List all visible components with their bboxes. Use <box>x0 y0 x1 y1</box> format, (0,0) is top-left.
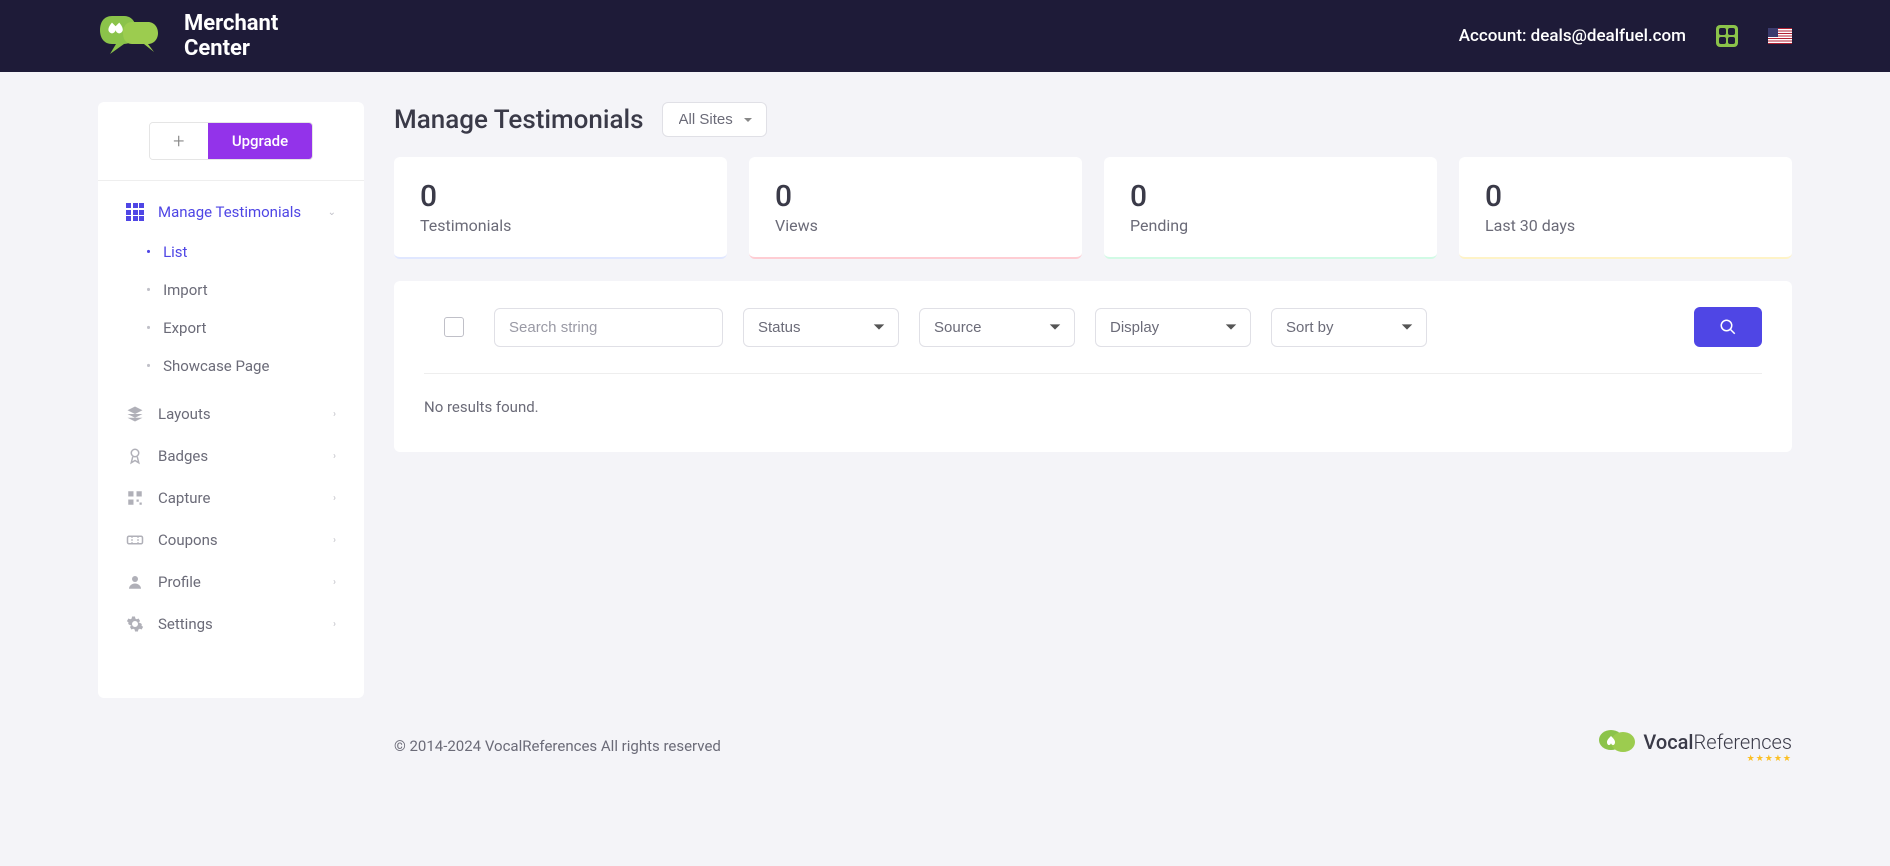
chevron-right-icon: › <box>333 577 336 588</box>
stat-label: Pending <box>1130 216 1411 235</box>
upgrade-button[interactable]: Upgrade <box>208 123 312 159</box>
nav-label: Profile <box>158 573 333 591</box>
chevron-right-icon: › <box>333 535 336 546</box>
subnav-export[interactable]: Export <box>98 309 364 347</box>
topbar: Merchant Center Account: deals@dealfuel.… <box>0 0 1890 72</box>
logo-icon <box>98 12 170 60</box>
footer-logo-icon <box>1597 728 1637 756</box>
stat-label: Testimonials <box>420 216 701 235</box>
status-select[interactable]: Status <box>743 308 899 347</box>
search-button[interactable] <box>1694 307 1762 347</box>
nav-settings[interactable]: Settings › <box>98 603 364 645</box>
logo-text: Merchant Center <box>184 11 278 62</box>
footer-logo-text: VocalReferences <box>1643 730 1792 754</box>
subnav-list[interactable]: List <box>98 233 364 271</box>
footer: © 2014-2024 VocalReferences All rights r… <box>0 698 1890 784</box>
subnav-import[interactable]: Import <box>98 271 364 309</box>
nav-label: Layouts <box>158 405 333 423</box>
subnav-manage-testimonials: List Import Export Showcase Page <box>98 233 364 393</box>
nav-label: Coupons <box>158 531 333 549</box>
gear-icon <box>126 615 144 633</box>
stat-testimonials: 0 Testimonials <box>394 157 727 259</box>
sort-select[interactable]: Sort by <box>1271 308 1427 347</box>
account-label: Account: deals@dealfuel.com <box>1459 26 1686 46</box>
apps-button[interactable] <box>1716 25 1738 47</box>
nav-label: Settings <box>158 615 333 633</box>
copyright: © 2014-2024 VocalReferences All rights r… <box>394 737 721 755</box>
logo[interactable]: Merchant Center <box>98 11 278 62</box>
stats-row: 0 Testimonials 0 Views 0 Pending 0 Last … <box>394 157 1792 259</box>
stat-last30: 0 Last 30 days <box>1459 157 1792 259</box>
site-select[interactable]: All Sites <box>662 102 767 137</box>
stat-value: 0 <box>1485 179 1766 214</box>
stat-value: 0 <box>775 179 1056 214</box>
nav-profile[interactable]: Profile › <box>98 561 364 603</box>
select-all-checkbox[interactable] <box>444 317 464 337</box>
sidebar: + Upgrade Manage Testimonials ⌄ List Imp… <box>98 102 364 698</box>
award-icon <box>126 447 144 465</box>
footer-brand: VocalReferences ★★★★★ <box>1597 728 1792 764</box>
stat-pending: 0 Pending <box>1104 157 1437 259</box>
nav-coupons[interactable]: Coupons › <box>98 519 364 561</box>
topbar-right: Account: deals@dealfuel.com <box>1459 25 1792 47</box>
nav-label: Capture <box>158 489 333 507</box>
search-input[interactable] <box>494 308 723 347</box>
stat-label: Last 30 days <box>1485 216 1766 235</box>
no-results-message: No results found. <box>424 374 1762 426</box>
qr-icon <box>126 489 144 507</box>
layers-icon <box>126 405 144 423</box>
stat-value: 0 <box>420 179 701 214</box>
nav-badges[interactable]: Badges › <box>98 435 364 477</box>
language-flag-icon[interactable] <box>1768 28 1792 44</box>
nav-label: Badges <box>158 447 333 465</box>
user-icon <box>126 573 144 591</box>
sidebar-actions: + Upgrade <box>98 102 364 181</box>
grid-icon <box>126 203 144 221</box>
stat-label: Views <box>775 216 1056 235</box>
nav-label: Manage Testimonials <box>158 203 328 221</box>
subnav-showcase[interactable]: Showcase Page <box>98 347 364 385</box>
main-content: Manage Testimonials All Sites 0 Testimon… <box>394 102 1792 452</box>
source-select[interactable]: Source <box>919 308 1075 347</box>
sidebar-nav: Manage Testimonials ⌄ List Import Export… <box>98 181 364 655</box>
search-icon <box>1719 318 1737 336</box>
chevron-right-icon: › <box>333 493 336 504</box>
display-select[interactable]: Display <box>1095 308 1251 347</box>
nav-layouts[interactable]: Layouts › <box>98 393 364 435</box>
filter-panel: Status Source Display Sort by No results… <box>394 281 1792 452</box>
page-header: Manage Testimonials All Sites <box>394 102 1792 137</box>
page-title: Manage Testimonials <box>394 105 644 135</box>
filter-row: Status Source Display Sort by <box>424 307 1762 374</box>
stat-value: 0 <box>1130 179 1411 214</box>
chevron-right-icon: › <box>333 409 336 420</box>
add-button[interactable]: + <box>150 123 208 159</box>
chevron-down-icon: ⌄ <box>328 207 336 218</box>
stat-views: 0 Views <box>749 157 1082 259</box>
chevron-right-icon: › <box>333 451 336 462</box>
ticket-icon <box>126 531 144 549</box>
nav-capture[interactable]: Capture › <box>98 477 364 519</box>
nav-manage-testimonials[interactable]: Manage Testimonials ⌄ <box>98 191 364 233</box>
chevron-right-icon: › <box>333 619 336 630</box>
